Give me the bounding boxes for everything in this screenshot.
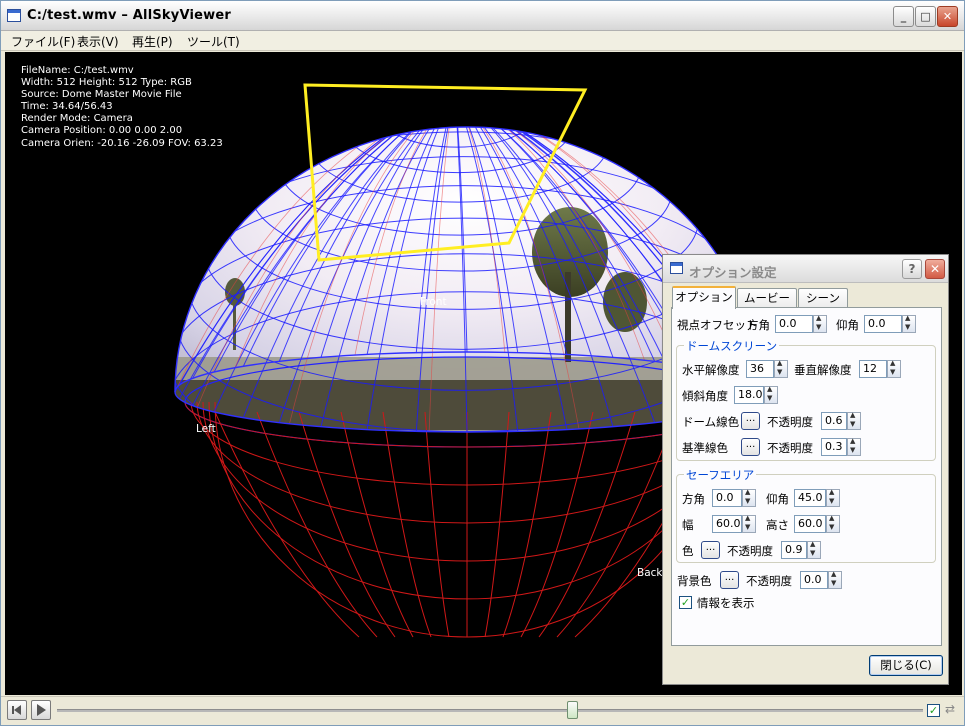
safe-azimuth-input[interactable]: 0.0 <box>712 489 742 507</box>
info-line: Time: 34.64/56.43 <box>21 101 113 113</box>
info-line: Source: Dome Master Movie File <box>21 89 182 101</box>
dome-line-color-label: ドーム線色 <box>682 415 740 429</box>
dialog-close-button[interactable]: ✕ <box>925 259 945 279</box>
base-line-color-label: 基準線色 <box>682 441 728 455</box>
loop-icon: ⇄ <box>945 702 956 716</box>
menu-playback[interactable]: 再生(P) <box>130 33 175 50</box>
dialog-title-bar: オプション設定 ? ✕ <box>663 255 948 283</box>
window-title: C:/test.wmv – AllSkyViewer <box>27 8 231 23</box>
safe-height-spinner[interactable] <box>826 514 840 533</box>
safe-width-spinner[interactable] <box>742 514 756 533</box>
view-azimuth-input[interactable]: 0.0 <box>775 315 813 333</box>
view-elevation-input[interactable]: 0.0 <box>864 315 902 333</box>
safe-opacity-spinner[interactable] <box>807 540 821 559</box>
tab-options[interactable]: オプション <box>672 286 736 309</box>
maximize-button[interactable]: □ <box>915 6 936 27</box>
v-res-input[interactable]: 12 <box>859 360 887 378</box>
view-elevation-label: 仰角 <box>836 318 859 332</box>
info-line: FileName: C:/test.wmv <box>21 65 134 76</box>
title-bar: C:/test.wmv – AllSkyViewer _ □ ✕ <box>1 1 964 31</box>
info-line: Render Mode: Camera <box>21 113 133 125</box>
dome-label-left: Left <box>196 423 216 435</box>
h-res-label: 水平解像度 <box>682 363 740 377</box>
safe-color-label: 色 <box>682 544 694 558</box>
rewind-button[interactable] <box>7 700 27 720</box>
info-line: Camera Orien: -20.16 -26.09 FOV: 63.23 <box>21 137 223 149</box>
playback-bar: ✓ ⇄ <box>1 696 964 725</box>
loop-checkbox[interactable]: ✓ <box>927 704 940 717</box>
h-res-input[interactable]: 36 <box>746 360 774 378</box>
safe-elevation-input[interactable]: 45.0 <box>794 489 826 507</box>
safe-elevation-spinner[interactable] <box>826 488 840 507</box>
safe-width-input[interactable]: 60.0 <box>712 515 742 533</box>
show-info-label: 情報を表示 <box>697 596 755 610</box>
dome-line-opacity-label: 不透明度 <box>767 415 813 429</box>
base-line-opacity-label: 不透明度 <box>767 441 813 455</box>
safe-opacity-label: 不透明度 <box>727 544 773 558</box>
safe-color-button[interactable]: ... <box>701 541 720 559</box>
safe-height-label: 高さ <box>766 518 789 532</box>
base-line-opacity-spinner[interactable] <box>847 437 861 456</box>
options-panel: 視点オフセット 方角 0.0 仰角 0.0 ドームスクリーン 水平解像度 36 … <box>671 307 942 646</box>
background-color-label: 背景色 <box>677 574 712 588</box>
background-opacity-spinner[interactable] <box>828 570 842 589</box>
info-line: Camera Position: 0.00 0.00 2.00 <box>21 125 183 137</box>
safe-elevation-label: 仰角 <box>766 492 789 506</box>
seek-thumb[interactable] <box>566 701 578 719</box>
minimize-button[interactable]: _ <box>893 6 914 27</box>
tab-movie[interactable]: ムービー <box>737 288 797 308</box>
dome-label-back: Back <box>637 567 663 579</box>
background-opacity-input[interactable]: 0.0 <box>800 571 828 589</box>
tab-scene[interactable]: シーン <box>798 288 848 308</box>
view-offset-label: 視点オフセット <box>677 318 758 332</box>
app-icon <box>7 9 21 22</box>
help-button[interactable]: ? <box>902 259 922 279</box>
view-elevation-spinner[interactable] <box>902 314 916 333</box>
safe-height-input[interactable]: 60.0 <box>794 515 826 533</box>
view-azimuth-spinner[interactable] <box>813 314 827 333</box>
show-info-checkbox[interactable]: ✓ <box>679 596 692 609</box>
options-dialog: オプション設定 ? ✕ オプション ムービー シーン 視点オフセット 方角 0.… <box>662 254 949 685</box>
background-opacity-label: 不透明度 <box>746 574 792 588</box>
menu-view[interactable]: 表示(V) <box>75 33 121 50</box>
play-button[interactable] <box>31 700 51 720</box>
base-line-color-button[interactable]: ... <box>741 438 760 456</box>
dome-line-opacity-spinner[interactable] <box>847 411 861 430</box>
dome-screen-title: ドームスクリーン <box>684 338 780 354</box>
v-res-label: 垂直解像度 <box>794 363 852 377</box>
safe-azimuth-label: 方角 <box>682 492 705 506</box>
dome-label-front: Front <box>420 296 447 308</box>
tilt-spinner[interactable] <box>764 385 778 404</box>
safe-azimuth-spinner[interactable] <box>742 488 756 507</box>
menu-bar: ファイル(F) 表示(V) 再生(P) ツール(T) <box>1 31 964 51</box>
h-res-spinner[interactable] <box>774 359 788 378</box>
main-window: C:/test.wmv – AllSkyViewer _ □ ✕ ファイル(F)… <box>0 0 965 726</box>
tilt-input[interactable]: 18.0 <box>734 386 764 404</box>
base-line-opacity-input[interactable]: 0.3 <box>821 438 847 456</box>
safe-width-label: 幅 <box>682 518 694 532</box>
dialog-app-icon <box>670 262 683 274</box>
dialog-title: オプション設定 <box>689 265 777 280</box>
safe-opacity-input[interactable]: 0.9 <box>781 541 807 559</box>
view-azimuth-label: 方角 <box>747 318 770 332</box>
safe-area-title: セーフエリア <box>684 467 757 483</box>
background-color-button[interactable]: ... <box>720 571 739 589</box>
info-line: Width: 512 Height: 512 Type: RGB <box>21 77 192 89</box>
play-icon <box>37 704 46 716</box>
v-res-spinner[interactable] <box>887 359 901 378</box>
menu-file[interactable]: ファイル(F) <box>9 33 77 50</box>
tilt-label: 傾斜角度 <box>682 389 728 403</box>
info-overlay: FileName: C:/test.wmv Width: 512 Height:… <box>21 65 223 150</box>
menu-tools[interactable]: ツール(T) <box>185 33 242 50</box>
skip-start-icon <box>12 705 21 715</box>
close-dialog-button[interactable]: 閉じる(C) <box>869 655 943 676</box>
dome-line-color-button[interactable]: ... <box>741 412 760 430</box>
close-button[interactable]: ✕ <box>937 6 958 27</box>
dome-line-opacity-input[interactable]: 0.6 <box>821 412 847 430</box>
seek-track[interactable] <box>57 709 923 712</box>
